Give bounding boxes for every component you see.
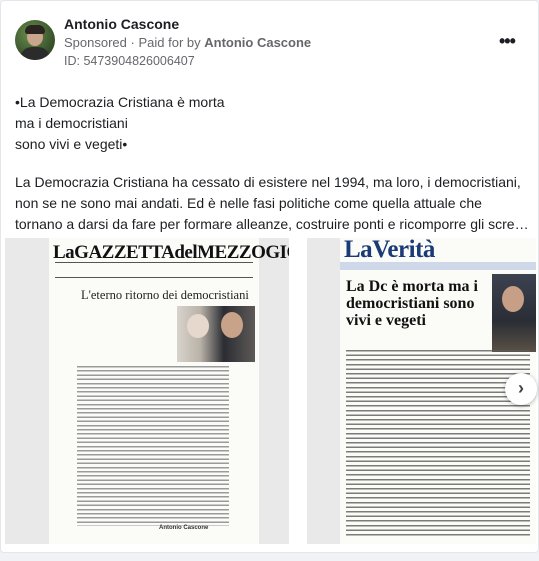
- newspaper-masthead: LaVerità: [344, 238, 435, 263]
- author-avatar[interactable]: [15, 20, 55, 60]
- newspaper-clipping: LaGAZZETTAdelMEZZOGIORNO L'eterno ritorn…: [49, 238, 289, 544]
- sponsored-post-card: Antonio Cascone Sponsored · Paid for by …: [0, 0, 539, 553]
- article-headline: L'eterno ritorno dei democristiani: [81, 288, 249, 302]
- body-line: La Democrazia Cristiana ha cessato di es…: [15, 174, 521, 190]
- masthead-rule: [55, 262, 253, 278]
- quote-line: •La Democrazia Cristiana è morta: [15, 94, 225, 110]
- sponsored-meta: Sponsored · Paid for by Antonio Cascone: [64, 35, 311, 50]
- article-text-block: [346, 350, 530, 536]
- sponsored-label[interactable]: Sponsored: [64, 35, 127, 50]
- quote-line: sono vivi e vegeti•: [15, 136, 128, 152]
- carousel-image-gazzetta[interactable]: LaGAZZETTAdelMEZZOGIORNO L'eterno ritorn…: [5, 238, 289, 544]
- more-options-icon[interactable]: •••: [499, 31, 516, 52]
- article-signature: Antonio Cascone: [159, 525, 209, 531]
- post-body[interactable]: La Democrazia Cristiana ha cessato di es…: [15, 172, 530, 235]
- carousel-next-icon[interactable]: ›: [505, 373, 537, 405]
- article-photo: [492, 274, 536, 352]
- newspaper-masthead: LaGAZZETTAdelMEZZOGIORNO: [53, 242, 289, 263]
- masthead-bar: [340, 262, 536, 270]
- body-line: tornano a darsi da fare per formare alle…: [15, 216, 529, 232]
- ad-id: ID: 5473904826006407: [64, 54, 195, 68]
- author-name[interactable]: Antonio Cascone: [64, 16, 179, 32]
- body-line: non se ne sono mai andati. Ed è nelle fa…: [15, 195, 482, 211]
- quote-line: ma i democristiani: [15, 115, 128, 131]
- paid-for-prefix: Paid for by: [138, 35, 201, 50]
- article-text-block: [77, 366, 229, 526]
- carousel-image-verita[interactable]: LaVerità La Dc è morta ma i democristian…: [307, 238, 536, 544]
- article-headline: La Dc è morta ma i democristiani sono vi…: [346, 278, 478, 329]
- paid-for-name[interactable]: Antonio Cascone: [204, 35, 311, 50]
- article-photo: [177, 306, 255, 362]
- post-quote: •La Democrazia Cristiana è morta ma i de…: [15, 92, 530, 155]
